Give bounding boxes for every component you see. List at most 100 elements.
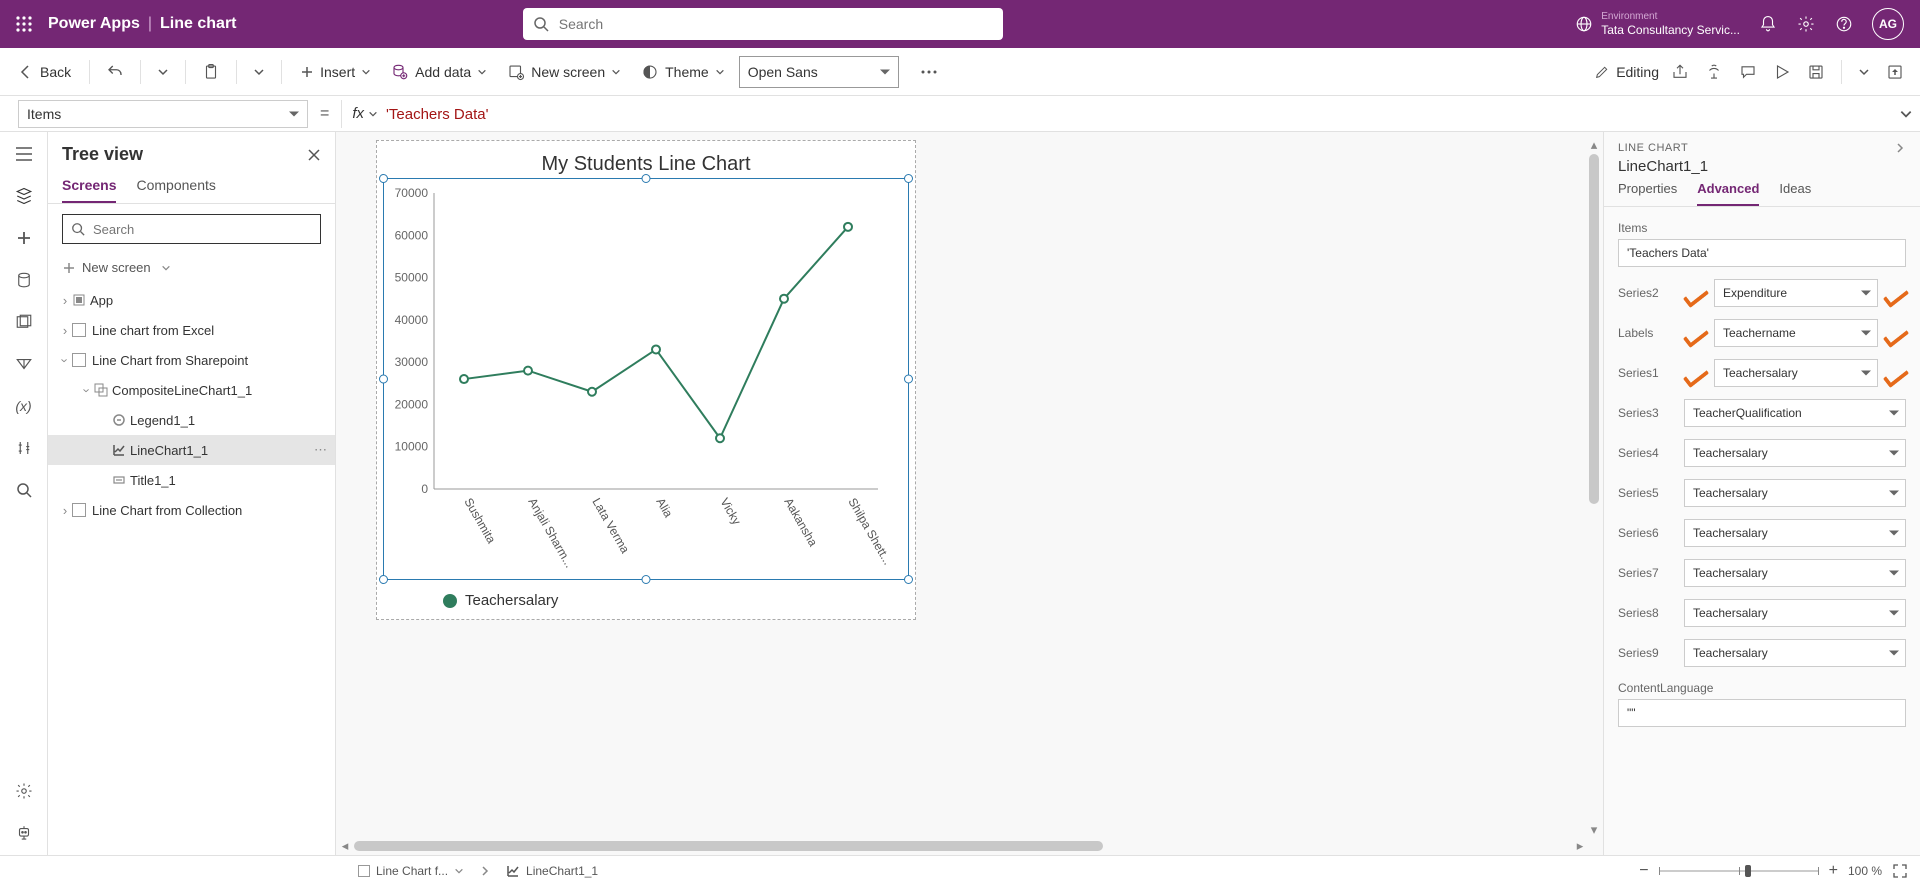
search-pane-icon[interactable] bbox=[12, 478, 36, 502]
undo-button[interactable] bbox=[102, 59, 128, 85]
series-selector[interactable]: Teachersalary bbox=[1684, 599, 1906, 627]
fit-to-window-icon[interactable] bbox=[1892, 863, 1908, 879]
tree-node-legend[interactable]: Legend1_1 bbox=[48, 405, 335, 435]
new-screen-button[interactable]: New screen bbox=[501, 59, 627, 85]
tree-node-screen1[interactable]: › Line chart from Excel bbox=[48, 315, 335, 345]
breadcrumb-control[interactable]: LineChart1_1 bbox=[498, 861, 606, 881]
paste-menu-button[interactable] bbox=[249, 62, 269, 82]
series-selector[interactable]: TeacherQualification bbox=[1684, 399, 1906, 427]
tree-new-screen-button[interactable]: New screen bbox=[48, 254, 335, 281]
scroll-right-icon[interactable]: ▸ bbox=[1573, 839, 1587, 853]
settings-icon[interactable] bbox=[1796, 14, 1816, 34]
chart-legend[interactable]: Teachersalary bbox=[383, 580, 909, 613]
font-selector[interactable]: Open Sans bbox=[739, 56, 899, 88]
save-menu-button[interactable] bbox=[1854, 62, 1874, 82]
series-selector[interactable]: Teachersalary bbox=[1684, 439, 1906, 467]
tree-node-composite[interactable]: › CompositeLineChart1_1 bbox=[48, 375, 335, 405]
help-icon[interactable] bbox=[1834, 14, 1854, 34]
waffle-icon[interactable] bbox=[8, 8, 40, 40]
series-selector[interactable]: Teachersalary bbox=[1684, 519, 1906, 547]
canvas[interactable]: My Students Line Chart 01000020000300004… bbox=[336, 132, 1604, 855]
tree-node-screen2[interactable]: › Line Chart from Sharepoint bbox=[48, 345, 335, 375]
canvas-horizontal-scrollbar[interactable]: ◂ ▸ bbox=[338, 839, 1587, 853]
checkbox-icon[interactable] bbox=[72, 353, 86, 367]
add-data-button[interactable]: Add data bbox=[385, 59, 493, 85]
advanced-tools-icon[interactable] bbox=[12, 436, 36, 460]
tree-search-input[interactable] bbox=[91, 221, 312, 238]
zoom-thumb[interactable] bbox=[1745, 865, 1751, 877]
chevron-down-icon[interactable]: › bbox=[58, 353, 73, 367]
scroll-up-icon[interactable]: ▴ bbox=[1587, 138, 1601, 152]
items-property-input[interactable]: 'Teachers Data' bbox=[1618, 239, 1906, 267]
share-button[interactable] bbox=[1667, 59, 1693, 85]
media-pane-icon[interactable] bbox=[12, 310, 36, 334]
fx-icon[interactable]: fx bbox=[352, 105, 378, 122]
zoom-out-button[interactable]: − bbox=[1639, 862, 1648, 880]
chevron-right-icon[interactable]: › bbox=[58, 293, 72, 308]
data-pane-icon[interactable] bbox=[12, 268, 36, 292]
theme-button[interactable]: Theme bbox=[635, 59, 731, 85]
close-icon[interactable] bbox=[307, 148, 321, 162]
virtual-agent-icon[interactable] bbox=[12, 821, 36, 845]
resize-handle[interactable] bbox=[379, 375, 388, 384]
series-selector[interactable]: Teachersalary bbox=[1684, 559, 1906, 587]
chevron-down-icon[interactable]: › bbox=[80, 383, 95, 397]
user-avatar[interactable]: AG bbox=[1872, 8, 1904, 40]
more-icon[interactable]: ⋯ bbox=[314, 442, 327, 458]
zoom-slider[interactable] bbox=[1659, 870, 1819, 872]
more-commands-button[interactable] bbox=[917, 66, 941, 78]
series-selector[interactable]: Teachername bbox=[1714, 319, 1878, 347]
checkbox-icon[interactable] bbox=[72, 503, 86, 517]
back-button[interactable]: Back bbox=[12, 60, 77, 84]
tree-search[interactable] bbox=[62, 214, 321, 244]
series-selector[interactable]: Teachersalary bbox=[1684, 479, 1906, 507]
breadcrumb-screen[interactable]: Line Chart f... bbox=[350, 861, 472, 881]
checkbox-icon[interactable] bbox=[72, 323, 86, 337]
resize-handle[interactable] bbox=[379, 575, 388, 584]
scroll-down-icon[interactable]: ▾ bbox=[1587, 823, 1601, 837]
app-checker-button[interactable] bbox=[1701, 59, 1727, 85]
save-button[interactable] bbox=[1803, 59, 1829, 85]
environment-picker[interactable]: Environment Tata Consultancy Servic... bbox=[1575, 11, 1740, 37]
insert-pane-icon[interactable] bbox=[12, 226, 36, 250]
editing-mode-button[interactable]: Editing bbox=[1594, 64, 1659, 80]
tab-ideas[interactable]: Ideas bbox=[1779, 181, 1811, 206]
publish-button[interactable] bbox=[1882, 59, 1908, 85]
tree-node-app[interactable]: › App bbox=[48, 285, 335, 315]
power-automate-icon[interactable] bbox=[12, 352, 36, 376]
tab-advanced[interactable]: Advanced bbox=[1697, 181, 1759, 206]
resize-handle[interactable] bbox=[904, 575, 913, 584]
scroll-left-icon[interactable]: ◂ bbox=[338, 839, 352, 853]
preview-button[interactable] bbox=[1769, 59, 1795, 85]
series-selector[interactable]: Teachersalary bbox=[1684, 639, 1906, 667]
property-selector[interactable]: Items bbox=[18, 100, 308, 128]
comments-button[interactable] bbox=[1735, 59, 1761, 85]
composite-chart-group[interactable]: My Students Line Chart 01000020000300004… bbox=[376, 140, 916, 620]
tab-screens[interactable]: Screens bbox=[62, 177, 116, 203]
resize-handle[interactable] bbox=[904, 174, 913, 183]
resize-handle[interactable] bbox=[642, 174, 651, 183]
settings-rail-icon[interactable] bbox=[12, 779, 36, 803]
zoom-value[interactable]: 100 % bbox=[1848, 864, 1882, 878]
tab-components[interactable]: Components bbox=[136, 177, 215, 203]
content-language-input[interactable]: "" bbox=[1618, 699, 1906, 727]
insert-button[interactable]: Insert bbox=[294, 60, 377, 84]
formula-expand-button[interactable] bbox=[1892, 107, 1920, 121]
series-selector[interactable]: Expenditure bbox=[1714, 279, 1878, 307]
tree-node-screen3[interactable]: › Line Chart from Collection bbox=[48, 495, 335, 525]
resize-handle[interactable] bbox=[379, 174, 388, 183]
tab-properties[interactable]: Properties bbox=[1618, 181, 1677, 206]
resize-handle[interactable] bbox=[904, 375, 913, 384]
control-name[interactable]: LineChart1_1 bbox=[1604, 158, 1920, 181]
scrollbar-thumb[interactable] bbox=[354, 841, 1103, 851]
variables-icon[interactable]: (x) bbox=[12, 394, 36, 418]
resize-handle[interactable] bbox=[642, 575, 651, 584]
zoom-in-button[interactable]: + bbox=[1829, 862, 1838, 880]
app-name[interactable]: Power Apps bbox=[48, 15, 140, 33]
notifications-icon[interactable] bbox=[1758, 14, 1778, 34]
formula-input[interactable]: 'Teachers Data' bbox=[378, 105, 1892, 123]
line-chart-selection[interactable]: 010000200003000040000500006000070000Sush… bbox=[383, 178, 909, 580]
chevron-right-icon[interactable]: › bbox=[58, 503, 72, 518]
tree-view-icon[interactable] bbox=[12, 184, 36, 208]
chevron-right-icon[interactable]: › bbox=[58, 323, 72, 338]
